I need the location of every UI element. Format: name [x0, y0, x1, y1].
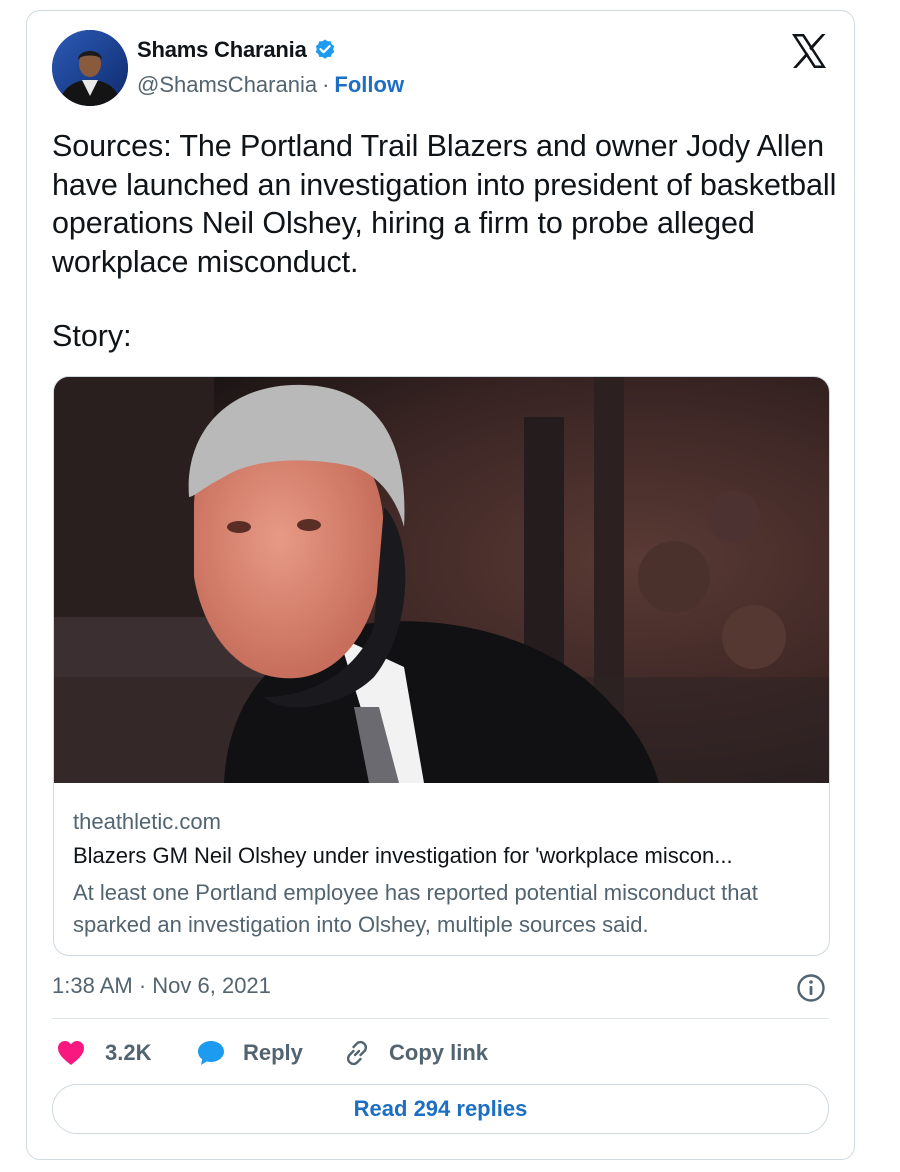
follow-button[interactable]: Follow: [334, 72, 404, 98]
info-icon[interactable]: [796, 973, 826, 1003]
story-label: Story:: [52, 319, 132, 353]
author-handle[interactable]: @ShamsCharania: [137, 72, 317, 98]
article-image[interactable]: [54, 377, 829, 783]
link-icon: [341, 1037, 373, 1069]
verified-badge-icon: [313, 38, 337, 62]
like-count: 3.2K: [105, 1040, 152, 1065]
separator-dot: ·: [322, 72, 330, 97]
read-replies-label: Read 294 replies: [353, 1096, 528, 1121]
link-preview-card[interactable]: theathletic.com Blazers GM Neil Olshey u…: [53, 376, 830, 956]
link-title[interactable]: Blazers GM Neil Olshey under investigati…: [73, 843, 733, 869]
copy-link-button[interactable]: Copy link: [341, 1037, 488, 1069]
speech-bubble-icon: [195, 1037, 227, 1069]
tweet-card: Shams Charania @ShamsCharania · Follow S…: [26, 10, 855, 1160]
like-button[interactable]: 3.2K: [55, 1037, 151, 1069]
read-replies-button[interactable]: Read 294 replies: [52, 1084, 829, 1134]
reply-button[interactable]: Reply: [195, 1037, 303, 1069]
tweet-text: Sources: The Portland Trail Blazers and …: [52, 129, 837, 279]
divider: [52, 1018, 829, 1019]
x-logo-icon[interactable]: [790, 33, 828, 69]
link-domain: theathletic.com: [73, 809, 221, 834]
reply-label: Reply: [243, 1040, 303, 1065]
link-description: At least one Portland employee has repor…: [73, 880, 758, 937]
avatar[interactable]: [52, 30, 128, 106]
copy-link-label: Copy link: [389, 1040, 489, 1065]
tweet-timestamp[interactable]: 1:38 AM · Nov 6, 2021: [52, 973, 271, 999]
author-name[interactable]: Shams Charania: [137, 37, 307, 63]
heart-icon: [55, 1037, 87, 1069]
